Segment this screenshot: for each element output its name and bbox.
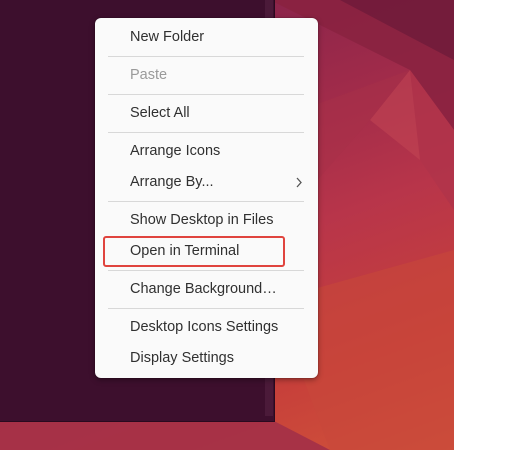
- desktop-screen: New Folder Paste Select All Arrange Icon…: [0, 0, 509, 450]
- menu-item-label: Change Background…: [130, 281, 277, 297]
- menu-item-label: Desktop Icons Settings: [130, 319, 279, 335]
- menu-item-label: New Folder: [130, 29, 205, 45]
- menu-item-arrange-icons[interactable]: Arrange Icons: [95, 136, 318, 167]
- menu-item-label: Arrange Icons: [130, 143, 221, 159]
- desktop-context-menu: New Folder Paste Select All Arrange Icon…: [95, 18, 318, 378]
- menu-separator: [108, 270, 304, 271]
- menu-item-new-folder[interactable]: New Folder: [95, 22, 318, 53]
- menu-item-label: Arrange By...: [130, 174, 214, 190]
- menu-item-display-settings[interactable]: Display Settings: [95, 343, 318, 374]
- menu-item-label: Select All: [130, 105, 190, 121]
- menu-item-select-all[interactable]: Select All: [95, 98, 318, 129]
- chevron-right-icon: [294, 167, 304, 198]
- menu-item-desktop-icons-settings[interactable]: Desktop Icons Settings: [95, 312, 318, 343]
- blank-area: [454, 0, 509, 450]
- menu-item-arrange-by[interactable]: Arrange By...: [95, 167, 318, 198]
- menu-item-label: Display Settings: [130, 350, 234, 366]
- menu-separator: [108, 132, 304, 133]
- menu-item-show-desktop-in-files[interactable]: Show Desktop in Files: [95, 205, 318, 236]
- menu-separator: [108, 94, 304, 95]
- menu-item-open-in-terminal[interactable]: Open in Terminal: [95, 236, 318, 267]
- menu-item-paste: Paste: [95, 60, 318, 91]
- menu-item-label: Open in Terminal: [130, 243, 240, 259]
- menu-item-label: Show Desktop in Files: [130, 212, 274, 228]
- menu-separator: [108, 308, 304, 309]
- menu-item-label: Paste: [130, 67, 168, 83]
- menu-separator: [108, 56, 304, 57]
- menu-separator: [108, 201, 304, 202]
- menu-item-change-background[interactable]: Change Background…: [95, 274, 318, 305]
